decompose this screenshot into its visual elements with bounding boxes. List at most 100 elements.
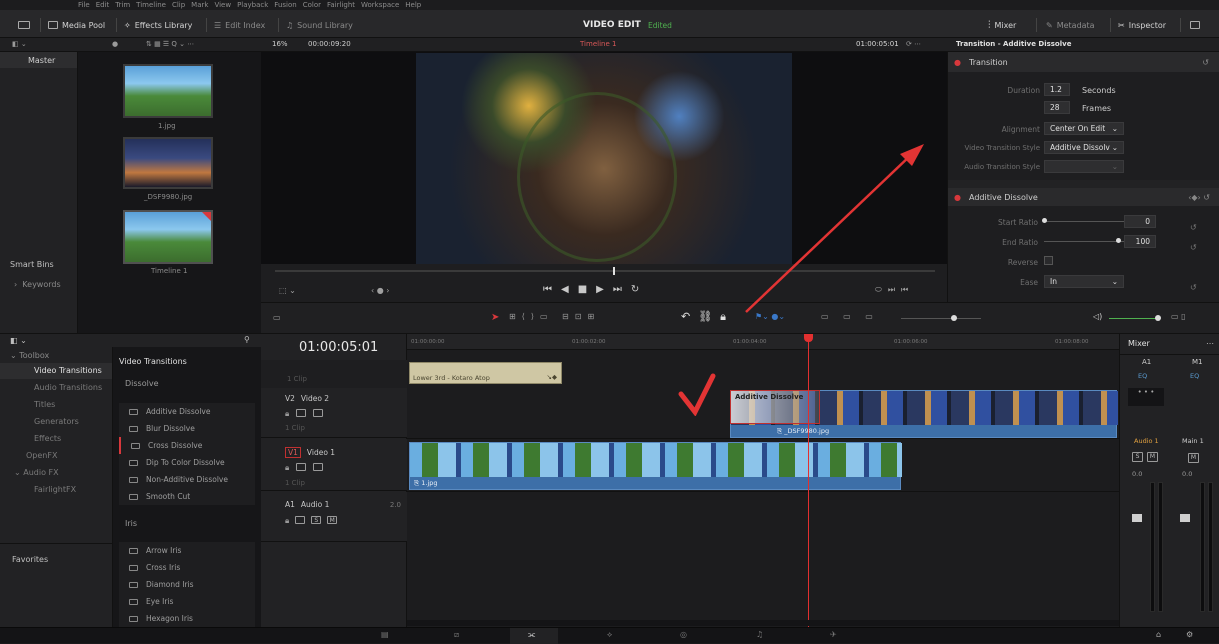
- expand-icon[interactable]: [1190, 18, 1200, 32]
- settings-gear-icon[interactable]: ⚙: [1186, 630, 1193, 639]
- mute-button[interactable]: M: [1147, 452, 1158, 462]
- layout-icon[interactable]: ▭: [273, 313, 281, 322]
- lock-icon[interactable]: 🔒︎: [285, 409, 289, 419]
- fusion-page-icon[interactable]: ⟡: [607, 630, 612, 640]
- tree-item-titles[interactable]: Titles: [0, 396, 112, 413]
- tree-item-openfx[interactable]: OpenFX: [0, 447, 112, 464]
- volume-slider[interactable]: [1109, 318, 1159, 319]
- timeline-area[interactable]: 01:00:00:00 01:00:02:00 01:00:04:00 01:00:0…: [407, 334, 1119, 627]
- effect-item[interactable]: Eye Iris: [119, 593, 255, 610]
- effect-item[interactable]: Diamond Iris: [119, 576, 255, 593]
- lock-icon[interactable]: 🔒︎: [285, 516, 289, 526]
- home-icon[interactable]: ⌂: [1156, 630, 1161, 639]
- sync-icon[interactable]: ⟳ ⋯: [906, 40, 921, 48]
- start-ratio-input[interactable]: 0: [1124, 215, 1156, 228]
- media-page-icon[interactable]: ▤: [381, 630, 389, 639]
- tree-item-generators[interactable]: Generators: [0, 413, 112, 430]
- effect-item[interactable]: Non-Additive Dissolve: [119, 471, 255, 488]
- tree-item-effects[interactable]: Effects: [0, 430, 112, 447]
- disable-track-icon[interactable]: [313, 409, 324, 417]
- audio-meter-icon[interactable]: ▭ ▯: [1171, 312, 1186, 321]
- toolbox-item[interactable]: ⌄ Toolbox: [0, 347, 112, 360]
- volume-icon[interactable]: ◁): [1093, 312, 1102, 321]
- audio-style-select[interactable]: ⌄: [1044, 160, 1124, 173]
- menu-item[interactable]: Mark: [191, 1, 208, 9]
- clip-thumbnail[interactable]: [123, 137, 213, 189]
- eq-button[interactable]: EQ: [1190, 372, 1199, 380]
- menu-item[interactable]: Fairlight: [327, 1, 355, 9]
- transition-clip[interactable]: Additive Dissolve: [730, 390, 820, 424]
- workspace-icon[interactable]: [18, 18, 30, 32]
- panel-toggle-icon[interactable]: ◧ ⌄: [10, 336, 27, 345]
- clip-thumbnail[interactable]: [123, 64, 213, 118]
- start-ratio-handle[interactable]: [1042, 218, 1047, 223]
- effect-item[interactable]: Arrow Iris: [119, 542, 255, 559]
- eq-button[interactable]: EQ: [1138, 372, 1147, 380]
- fairlight-page-icon[interactable]: ♫: [756, 630, 763, 639]
- viewer-mode-icon[interactable]: ⬚ ⌄: [279, 286, 296, 295]
- snap-link-icons[interactable]: ↶⛓🔒︎: [681, 310, 734, 324]
- disable-track-icon[interactable]: [313, 463, 324, 471]
- alignment-select[interactable]: Center On Edit ⌄: [1044, 122, 1124, 135]
- lock-icon[interactable]: 🔒︎: [285, 463, 289, 473]
- duration-frames-input[interactable]: 28: [1044, 101, 1070, 114]
- auto-select-icon[interactable]: [296, 463, 307, 471]
- sound-library-button[interactable]: ♫ Sound Library: [286, 18, 353, 32]
- fader-handle[interactable]: [1132, 514, 1142, 522]
- ease-select[interactable]: In ⌄: [1044, 275, 1124, 288]
- menu-item[interactable]: Clip: [172, 1, 185, 9]
- auto-select-icon[interactable]: [295, 516, 306, 524]
- slider-dot-icon[interactable]: ●: [112, 40, 118, 48]
- effect-item[interactable]: Cross Dissolve: [119, 437, 255, 454]
- h-scrollbar[interactable]: [407, 620, 1119, 626]
- bin-master[interactable]: Master: [0, 52, 77, 68]
- menu-item[interactable]: Trim: [115, 1, 130, 9]
- effects-library-button[interactable]: ✧ Effects Library: [124, 18, 192, 32]
- start-ratio-slider[interactable]: [1044, 221, 1124, 222]
- volume-handle[interactable]: [1155, 315, 1161, 321]
- duration-seconds-input[interactable]: 1.2: [1044, 83, 1070, 96]
- tree-item-audio-transitions[interactable]: Audio Transitions: [0, 379, 112, 396]
- menu-item[interactable]: View: [214, 1, 231, 9]
- reset-icon[interactable]: ↺ ↺ ↺: [1190, 218, 1197, 298]
- v1-clip[interactable]: ⎘ 1.jpg: [409, 442, 902, 490]
- media-pool-button[interactable]: Media Pool: [48, 18, 105, 32]
- playback-controls[interactable]: ⏮◀■▶⏭↻: [543, 284, 648, 295]
- solo-button[interactable]: S: [1132, 452, 1143, 462]
- view-options-icon[interactable]: ⇅ ▦ ☰ Q ⌄ ⋯: [146, 40, 194, 48]
- enable-dot-icon[interactable]: ●: [954, 193, 961, 202]
- keyframe-icon[interactable]: ‹◆› ↺: [1188, 193, 1210, 202]
- menu-item[interactable]: Edit: [96, 1, 110, 9]
- enable-dot-icon[interactable]: ●: [954, 58, 961, 67]
- reset-icon[interactable]: ↺: [1202, 58, 1209, 67]
- menu-item[interactable]: Color: [303, 1, 321, 9]
- menu-item[interactable]: File: [78, 1, 90, 9]
- inspector-button[interactable]: ✂ Inspector: [1118, 18, 1166, 32]
- tree-item-fairlightfx[interactable]: FairlightFX: [0, 481, 112, 498]
- effect-item[interactable]: Hexagon Iris: [119, 610, 255, 627]
- transition-section-header[interactable]: ● Transition ↺: [948, 52, 1219, 72]
- title-clip[interactable]: Lower 3rd - Kotaro Atop ↘◆: [409, 362, 562, 384]
- color-page-icon[interactable]: ◎: [680, 630, 687, 639]
- timeline-ruler[interactable]: 01:00:00:00 01:00:02:00 01:00:04:00 01:00:0…: [407, 334, 1119, 350]
- mute-button[interactable]: M: [327, 516, 338, 524]
- end-ratio-slider[interactable]: [1044, 241, 1124, 242]
- menu-item[interactable]: Fusion: [274, 1, 296, 9]
- end-ratio-input[interactable]: 100: [1124, 235, 1156, 248]
- edit-index-button[interactable]: ☰ Edit Index: [214, 18, 265, 32]
- jog-icon[interactable]: ‹ ● ›: [371, 286, 389, 295]
- tree-item-audio-fx[interactable]: ⌄ Audio FX: [0, 464, 112, 481]
- timeline-name[interactable]: Timeline 1: [580, 40, 616, 48]
- playhead[interactable]: [808, 334, 809, 627]
- pan-control[interactable]: • • •: [1128, 388, 1164, 406]
- panel-toggle-icon[interactable]: ◧ ⌄: [12, 40, 27, 48]
- search-icon[interactable]: ⚲: [244, 335, 250, 344]
- viewer-zoom[interactable]: 16%: [272, 40, 288, 48]
- effect-item[interactable]: Blur Dissolve: [119, 420, 255, 437]
- dissolve-section-header[interactable]: ● Additive Dissolve ‹◆› ↺: [948, 188, 1219, 206]
- mute-button[interactable]: M: [1188, 453, 1199, 463]
- selection-tool-icon[interactable]: ➤: [491, 312, 499, 323]
- metadata-button[interactable]: ✎ Metadata: [1046, 18, 1095, 32]
- mixer-button[interactable]: ⫶ Mixer: [988, 18, 1016, 32]
- menu-item[interactable]: Playback: [237, 1, 268, 9]
